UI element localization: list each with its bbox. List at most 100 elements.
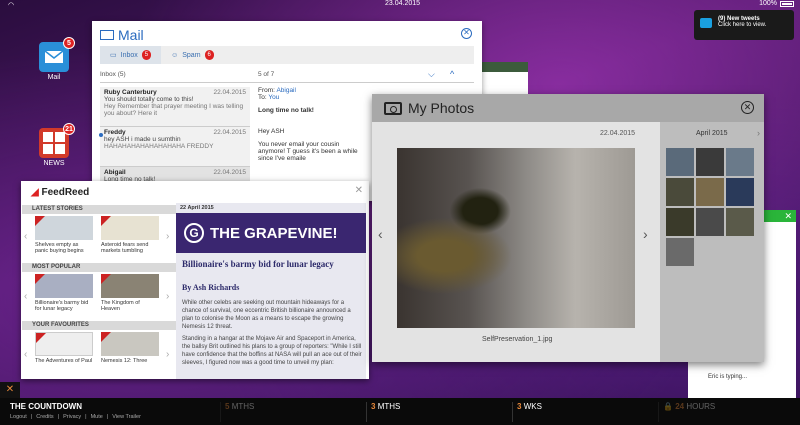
story-card[interactable]: Asteroid fears send markets tumbling [101, 216, 159, 254]
status-time: 23.04.2015 [385, 0, 421, 7]
chevron-left-icon[interactable]: ‹ [24, 231, 27, 242]
chevron-up-icon[interactable]: ^ [450, 69, 454, 79]
chevron-right-icon[interactable]: › [166, 231, 169, 242]
rss-icon: ◢ [31, 187, 39, 198]
privacy-link[interactable]: Privacy [63, 414, 81, 420]
story-title: Nemesis 12: Three [101, 358, 148, 364]
photos-title: My Photos [408, 100, 475, 116]
battery-icon [780, 0, 794, 7]
view-trailer-link[interactable]: View Trailer [112, 414, 141, 420]
footer-links: Logout | Credits | Privacy | Mute | View Tra… [10, 414, 141, 420]
story-card[interactable]: Nemesis 12: Three [101, 332, 159, 364]
message-row[interactable]: Freddy 22.04.2015 hey ASH i made u sumth… [99, 127, 250, 167]
story-card[interactable]: Shelves empty as panic buying begins [35, 216, 93, 254]
message-preview: HAHAHAHAHAHAHAHAHA FREDDY [104, 143, 214, 150]
photo-thumbnail[interactable] [726, 178, 754, 206]
story-card[interactable]: Billionaire's barmy bid for lunar legacy [35, 274, 93, 312]
countdown-number: 3 [371, 402, 376, 411]
countdown-cell: 3 WKS [512, 402, 658, 422]
news-icon: 21 [39, 123, 75, 158]
logout-link[interactable]: Logout [10, 414, 27, 420]
photo-thumbnail[interactable] [666, 178, 694, 206]
photo-thumbnail[interactable] [666, 208, 694, 236]
story-card[interactable]: The Kingdom of Heaven [101, 274, 159, 312]
status-bar: ◠ 23.04.2015 100% [0, 0, 800, 9]
reader-body: You never email your cousin anymore! T g… [258, 141, 358, 162]
story-title: Billionaire's barmy bid for lunar legacy [35, 300, 89, 312]
chevron-left-icon[interactable]: ‹ [24, 291, 27, 302]
pager: 5 of 7 [258, 71, 275, 78]
countdown-unit: WKS [523, 402, 542, 411]
photo-thumbnail[interactable] [696, 148, 724, 176]
tab-inbox[interactable]: ▭ Inbox 5 [100, 46, 162, 64]
article-date: 22 April 2015 [180, 205, 214, 211]
inbox-count-badge: 5 [141, 50, 152, 60]
desktop-mail-app[interactable]: 5 Mail [32, 37, 76, 81]
chevron-left-icon[interactable]: ‹ [24, 349, 27, 360]
next-month-icon[interactable]: › [757, 128, 760, 138]
photo-caption: SelfPreservation_1.jpg [482, 336, 553, 343]
message-date: 22.04.2015 [213, 129, 246, 136]
countdown-cell: 🔒 24 HOURS [658, 402, 800, 422]
mail-close-icon[interactable]: ✕ [461, 28, 472, 39]
photo-thumbnail[interactable] [726, 208, 754, 236]
mail-badge: 5 [63, 37, 75, 49]
article-panel: 22 April 2015 G THE GRAPEVINE! Billionai… [176, 203, 366, 379]
photos-title-bar: My Photos [372, 94, 764, 122]
photo-thumbnail[interactable] [726, 148, 754, 176]
story-card[interactable]: The Adventures of Paul [35, 332, 93, 364]
countdown-unit: HOURS [686, 402, 716, 411]
message-date: 22.04.2015 [213, 169, 246, 176]
from-label: From: [258, 87, 275, 94]
mail-title: Mail [118, 27, 144, 43]
photo-thumbnail[interactable] [666, 238, 694, 266]
photos-close-icon[interactable]: ✕ [741, 101, 754, 114]
photo-thumbnail[interactable] [696, 208, 724, 236]
previous-photo-icon[interactable]: ‹ [378, 226, 383, 242]
photo-thumbnail[interactable] [696, 178, 724, 206]
chat-close-icon[interactable]: ✕ [784, 211, 792, 222]
countdown-title: THE COUNTDOWN [10, 402, 82, 411]
camera-icon [384, 101, 402, 115]
reader-from[interactable]: Abigail [276, 87, 296, 94]
countdown-number: 5 [225, 402, 230, 411]
message-subject: hey ASH i made u sumthin [104, 136, 181, 143]
chevron-right-icon[interactable]: › [166, 349, 169, 360]
desktop-news-app[interactable]: 21 NEWS [32, 123, 76, 167]
photo-thumbnail[interactable] [666, 148, 694, 176]
mail-app-label: Mail [47, 74, 61, 81]
feedreed-logo: ◢ FeedReed [31, 187, 89, 198]
article-byline: By Ash Richards [182, 283, 240, 292]
credits-link[interactable]: Credits [36, 414, 53, 420]
chevron-down-icon[interactable]: ⌵ [428, 69, 435, 80]
message-preview: Hey Remember that prayer meeting I was t… [104, 103, 244, 117]
typing-indicator: Eric is typing... [708, 374, 748, 380]
story-title: Asteroid fears send markets tumbling [101, 242, 149, 254]
spam-count-badge: 6 [204, 50, 214, 60]
feed-close-icon[interactable]: ✕ [355, 185, 363, 196]
tweet-notification[interactable]: (9) New tweets Click here to view. [694, 10, 794, 40]
next-photo-icon[interactable]: › [643, 226, 648, 242]
close-icon[interactable]: ✕ [0, 382, 20, 398]
reader-to[interactable]: You [268, 94, 279, 101]
message-row[interactable]: Ruby Canterbury 22.04.2015 You should to… [100, 87, 250, 127]
mute-link[interactable]: Mute [91, 414, 103, 420]
countdown-number: 3 [517, 402, 522, 411]
countdown-number: 24 [675, 402, 685, 411]
section-latest: LATEST STORIES [22, 205, 176, 214]
news-app-label: NEWS [43, 160, 65, 167]
grapevine-logo-icon: G [184, 223, 204, 243]
section-favourites: YOUR FAVOURITES [22, 321, 176, 330]
mail-icon: 5 [39, 37, 75, 72]
feedreed-window: ◢ FeedReed ✕ LATEST STORIES ‹ Shelves em… [21, 181, 369, 379]
article-headline: Billionaire's barmy bid for lunar legacy [182, 259, 334, 269]
unread-dot-icon [99, 133, 103, 137]
tab-spam[interactable]: ☺ Spam 6 [161, 46, 224, 64]
countdown-cell: 3 MTHS [366, 402, 512, 422]
article-paragraph: While other celebs are seeking out mount… [182, 300, 351, 330]
spam-icon: ☺ [171, 51, 179, 59]
chat-bubble-icon [700, 18, 712, 28]
message-date: 22.04.2015 [213, 89, 246, 96]
chevron-right-icon[interactable]: › [166, 291, 169, 302]
notification-subtitle: Click here to view. [718, 22, 767, 28]
